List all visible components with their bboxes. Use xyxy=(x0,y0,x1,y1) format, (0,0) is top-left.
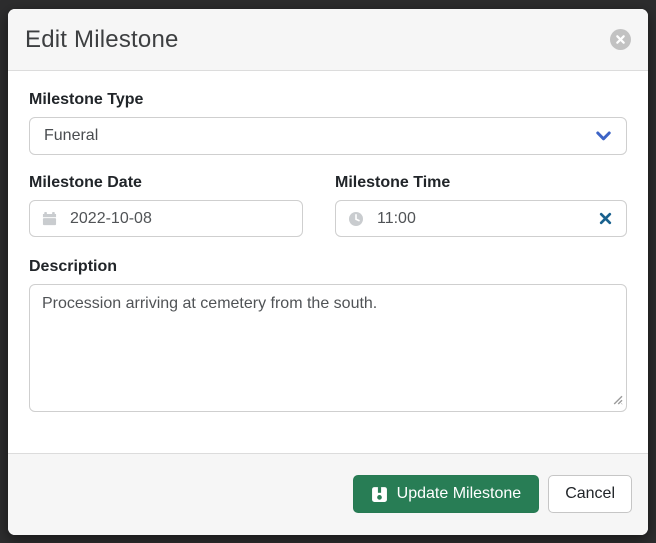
x-icon xyxy=(599,212,612,225)
milestone-type-select[interactable]: Funeral xyxy=(29,117,627,155)
dialog-body: Milestone Type Funeral Milestone Date xyxy=(8,71,648,453)
description-label: Description xyxy=(29,257,627,276)
milestone-time-input[interactable] xyxy=(377,210,584,228)
dialog-title: Edit Milestone xyxy=(25,26,179,54)
description-field: Procession arriving at cemetery from the… xyxy=(29,284,627,412)
resize-grip-icon[interactable] xyxy=(611,393,623,405)
save-icon xyxy=(371,486,388,503)
dialog-footer: Update Milestone Cancel xyxy=(8,453,648,535)
edit-milestone-dialog: Edit Milestone Milestone Type Funeral Mi… xyxy=(8,9,648,535)
milestone-time-group: Milestone Time xyxy=(335,173,627,237)
milestone-type-label: Milestone Type xyxy=(29,90,627,109)
description-textarea[interactable]: Procession arriving at cemetery from the… xyxy=(29,284,627,412)
update-milestone-label: Update Milestone xyxy=(397,485,522,503)
close-button[interactable] xyxy=(610,29,631,50)
clear-time-button[interactable] xyxy=(597,210,614,227)
milestone-time-label: Milestone Time xyxy=(335,173,627,192)
milestone-date-group: Milestone Date xyxy=(29,173,303,237)
close-icon xyxy=(615,34,626,45)
milestone-date-label: Milestone Date xyxy=(29,173,303,192)
cancel-button[interactable]: Cancel xyxy=(548,475,632,513)
clock-icon xyxy=(348,211,364,227)
milestone-date-field xyxy=(29,200,303,237)
dialog-header: Edit Milestone xyxy=(8,9,648,71)
milestone-type-value: Funeral xyxy=(44,127,98,145)
cancel-label: Cancel xyxy=(565,485,615,503)
calendar-icon xyxy=(42,211,57,226)
chevron-down-icon xyxy=(596,131,611,142)
milestone-date-input[interactable] xyxy=(70,210,290,228)
milestone-time-field xyxy=(335,200,627,237)
date-time-row: Milestone Date Milestone Time xyxy=(29,173,627,237)
update-milestone-button[interactable]: Update Milestone xyxy=(353,475,540,513)
